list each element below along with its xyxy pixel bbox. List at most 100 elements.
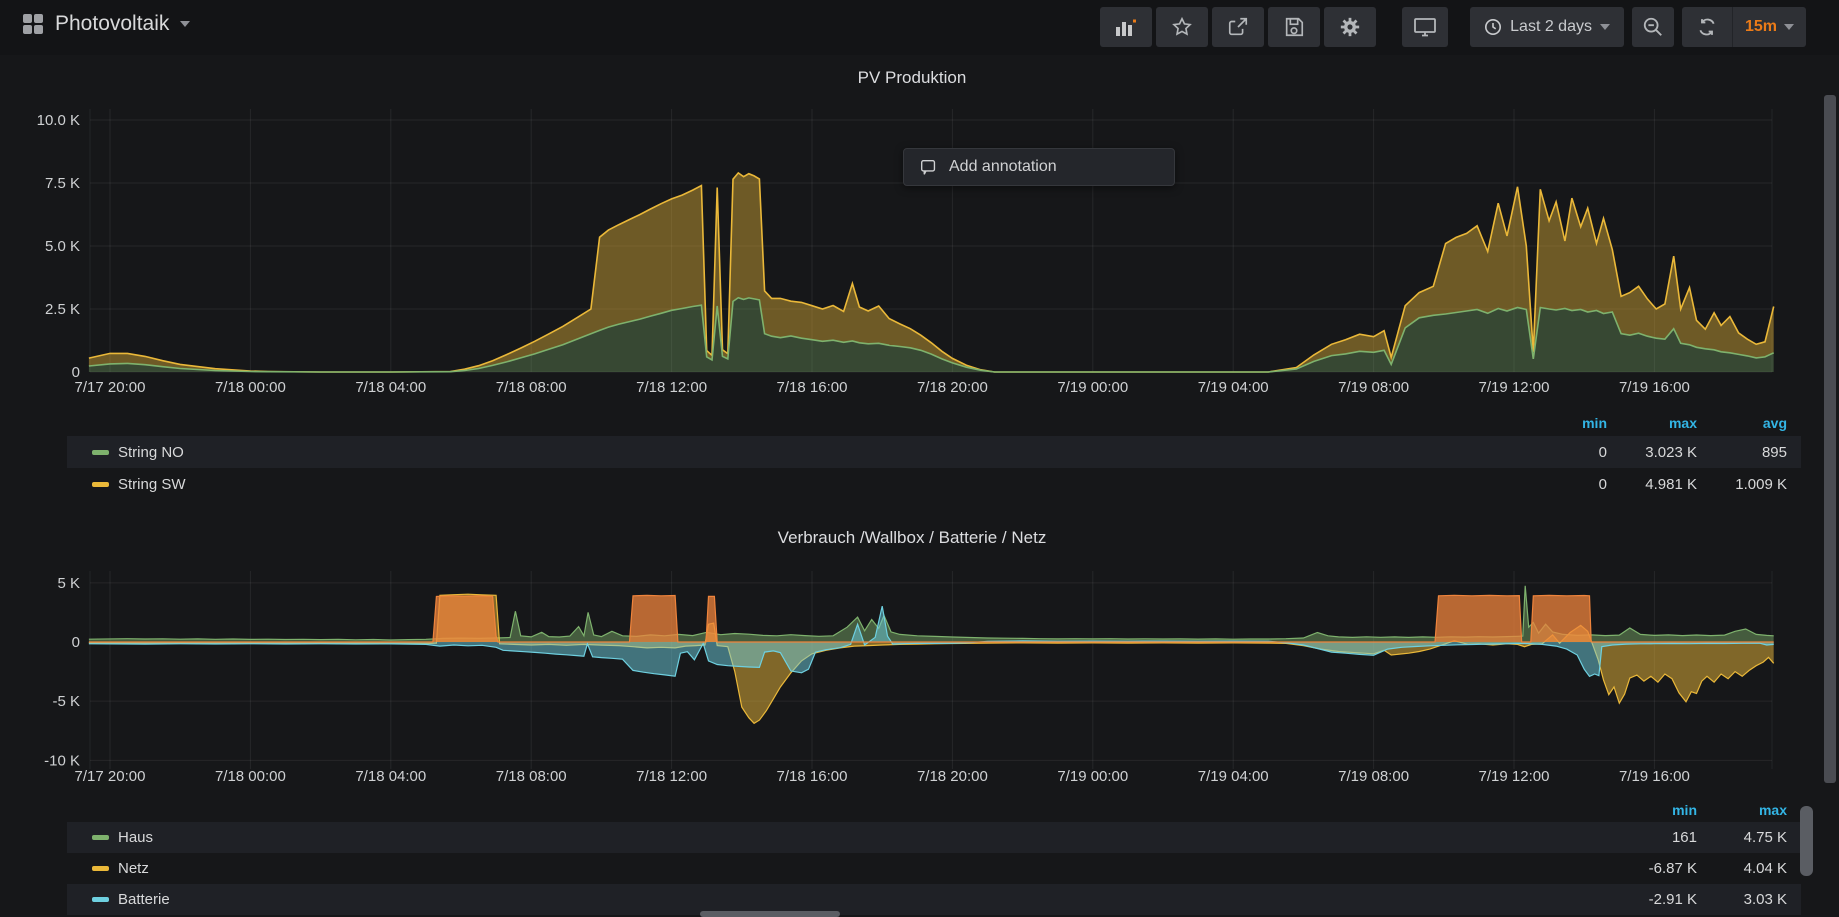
svg-text:7/18 12:00: 7/18 12:00 [636, 768, 707, 785]
clock-icon [1484, 18, 1502, 36]
svg-text:2.5 K: 2.5 K [45, 301, 80, 318]
horizontal-scrollbar[interactable] [700, 911, 840, 917]
refresh-interval-picker[interactable]: 15m [1733, 7, 1806, 47]
stat-min: 0 [1517, 476, 1607, 493]
legend-col-max: max [1607, 415, 1697, 431]
verbrauch-legend: min max Haus 161 4.75 K Netz -6.87 K 4.0… [67, 798, 1801, 915]
navbar-actions: Last 2 days 15m [1100, 7, 1806, 47]
svg-text:7/18 00:00: 7/18 00:00 [215, 379, 286, 396]
page-scrollbar[interactable] [1824, 95, 1836, 783]
svg-text:7/18 20:00: 7/18 20:00 [917, 379, 988, 396]
share-button[interactable] [1212, 7, 1264, 47]
legend-row-haus[interactable]: Haus 161 4.75 K [67, 822, 1801, 853]
svg-text:-5 K: -5 K [52, 693, 80, 710]
add-annotation-label: Add annotation [949, 158, 1057, 176]
share-icon [1227, 16, 1249, 38]
chevron-down-icon [1600, 24, 1610, 30]
panel-title-pv-produktion[interactable]: PV Produktion [0, 68, 1824, 88]
svg-text:7/18 16:00: 7/18 16:00 [777, 768, 848, 785]
svg-text:0: 0 [72, 634, 80, 651]
add-panel-icon [1115, 17, 1137, 37]
series-label: String NO [118, 444, 184, 461]
svg-text:7.5 K: 7.5 K [45, 175, 80, 192]
svg-text:7/18 00:00: 7/18 00:00 [215, 768, 286, 785]
stat-avg: 1.009 K [1697, 476, 1787, 493]
svg-text:7/19 04:00: 7/19 04:00 [1198, 379, 1269, 396]
legend-header: min max avg [67, 410, 1801, 436]
legend-col-avg: avg [1697, 415, 1787, 431]
navbar: Photovoltaik [0, 0, 1839, 55]
verbrauch-chart[interactable]: 5 K 0 -5 K -10 K7/17 20:00 7/18 00:00 7/18 04… [0, 565, 1839, 797]
series-swatch [92, 897, 109, 902]
cycle-view-button[interactable] [1402, 7, 1448, 47]
stat-avg: 895 [1697, 444, 1787, 461]
svg-text:5 K: 5 K [57, 575, 80, 592]
svg-text:7/19 16:00: 7/19 16:00 [1619, 768, 1690, 785]
refresh-button[interactable] [1682, 7, 1733, 47]
stat-max: 4.04 K [1697, 860, 1787, 877]
series-swatch [92, 482, 109, 487]
refresh-icon [1697, 17, 1717, 37]
add-panel-button[interactable] [1100, 7, 1152, 47]
svg-text:7/19 00:00: 7/19 00:00 [1057, 768, 1128, 785]
stat-max: 4.75 K [1697, 829, 1787, 846]
svg-text:10.0 K: 10.0 K [37, 112, 80, 129]
svg-text:7/19 00:00: 7/19 00:00 [1057, 379, 1128, 396]
stat-max: 4.981 K [1607, 476, 1697, 493]
legend-col-min: min [1607, 802, 1697, 818]
stat-max: 3.023 K [1607, 444, 1697, 461]
legend-row-batterie[interactable]: Batterie -2.91 K 3.03 K [67, 884, 1801, 915]
svg-text:7/18 08:00: 7/18 08:00 [496, 768, 567, 785]
series-swatch [92, 450, 109, 455]
save-icon [1283, 16, 1305, 38]
svg-text:7/17 20:00: 7/17 20:00 [75, 379, 146, 396]
legend-row-string-sw[interactable]: String SW 0 4.981 K 1.009 K [67, 468, 1801, 500]
svg-text:7/19 16:00: 7/19 16:00 [1619, 379, 1690, 396]
chevron-down-icon [180, 21, 190, 27]
stat-min: 161 [1607, 829, 1697, 846]
legend-col-max: max [1697, 802, 1787, 818]
zoom-out-button[interactable] [1632, 7, 1674, 47]
pv-produktion-legend: min max avg String NO 0 3.023 K 895 Stri… [67, 410, 1801, 500]
time-range-picker[interactable]: Last 2 days [1470, 7, 1624, 47]
svg-text:7/19 08:00: 7/19 08:00 [1338, 768, 1409, 785]
series-label: Haus [118, 829, 153, 846]
refresh-interval-label: 15m [1745, 18, 1777, 36]
legend-scrollbar[interactable] [1800, 806, 1813, 876]
svg-text:7/19 08:00: 7/19 08:00 [1338, 379, 1409, 396]
legend-row-string-no[interactable]: String NO 0 3.023 K 895 [67, 436, 1801, 468]
svg-text:7/17 20:00: 7/17 20:00 [75, 768, 146, 785]
chevron-down-icon [1784, 24, 1794, 30]
stat-min: -2.91 K [1607, 891, 1697, 908]
panel-title-verbrauch[interactable]: Verbrauch /Wallbox / Batterie / Netz [0, 528, 1824, 548]
dashboard-title: Photovoltaik [55, 12, 169, 36]
svg-text:-10 K: -10 K [44, 752, 80, 769]
stat-min: 0 [1517, 444, 1607, 461]
stat-min: -6.87 K [1607, 860, 1697, 877]
svg-text:7/19 12:00: 7/19 12:00 [1479, 768, 1550, 785]
legend-row-netz[interactable]: Netz -6.87 K 4.04 K [67, 853, 1801, 884]
settings-button[interactable] [1324, 7, 1376, 47]
legend-header: min max [67, 798, 1801, 822]
svg-text:7/18 20:00: 7/18 20:00 [917, 768, 988, 785]
dashboard-title-group[interactable]: Photovoltaik [22, 12, 190, 36]
comment-bubble-icon [920, 159, 937, 176]
star-button[interactable] [1156, 7, 1208, 47]
add-annotation-tooltip[interactable]: Add annotation [903, 148, 1175, 186]
series-swatch [92, 866, 109, 871]
monitor-icon [1413, 16, 1437, 38]
pv-produktion-chart[interactable]: 02.5 K5.0 K7.5 K10.0 K7/17 20:007/18 00:… [0, 95, 1839, 407]
grafana-dashboard: Photovoltaik [0, 0, 1839, 917]
gear-icon [1339, 16, 1361, 38]
series-label: Netz [118, 860, 149, 877]
zoom-out-icon [1642, 16, 1664, 38]
time-range-label: Last 2 days [1510, 18, 1592, 36]
svg-text:7/18 12:00: 7/18 12:00 [636, 379, 707, 396]
svg-text:7/18 16:00: 7/18 16:00 [777, 379, 848, 396]
svg-text:5.0 K: 5.0 K [45, 238, 80, 255]
svg-text:7/18 04:00: 7/18 04:00 [355, 768, 426, 785]
svg-text:7/18 08:00: 7/18 08:00 [496, 379, 567, 396]
save-button[interactable] [1268, 7, 1320, 47]
svg-text:7/18 04:00: 7/18 04:00 [355, 379, 426, 396]
series-label: String SW [118, 476, 186, 493]
